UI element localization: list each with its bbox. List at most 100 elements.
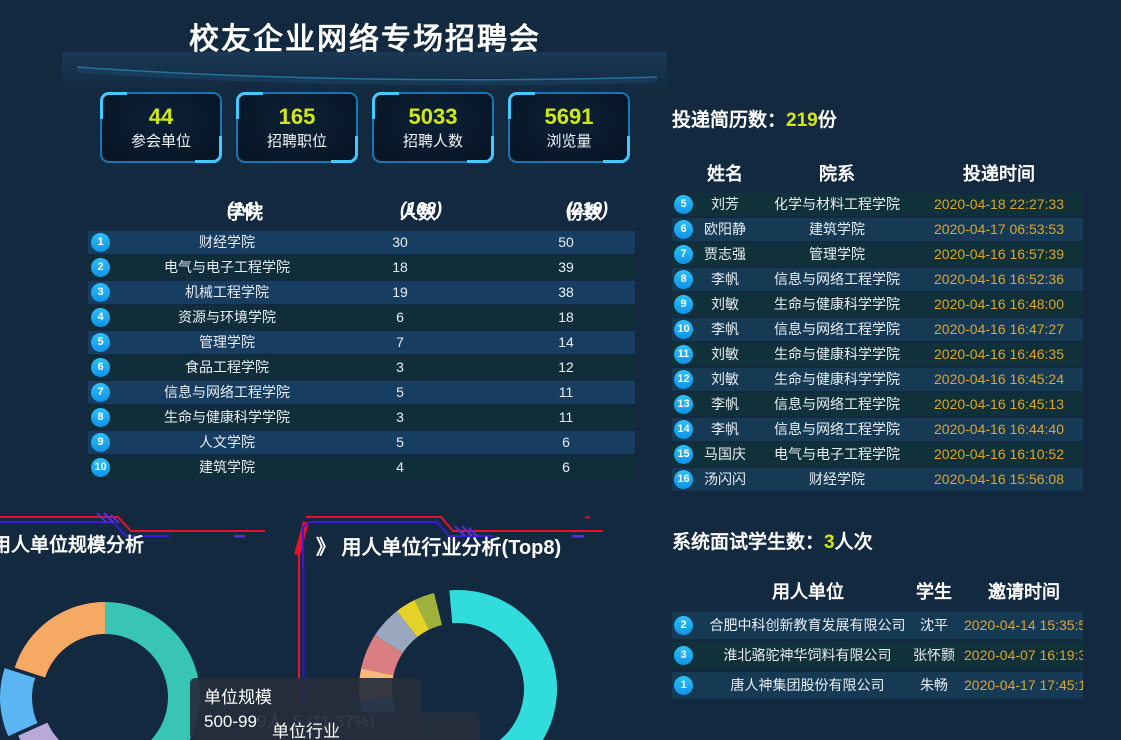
table-row: 2电气与电子工程学院1839 xyxy=(88,256,635,279)
stat-card-positions: 165 招聘职位 xyxy=(236,92,358,163)
table-row: 5刘芳化学与材料工程学院2020-04-18 22:27:33 xyxy=(672,193,1083,216)
college-name: 信息与网络工程学院 xyxy=(767,268,907,291)
rank-badge: 7 xyxy=(91,383,110,402)
donut-slice[interactable] xyxy=(105,602,200,740)
people-count: 19 xyxy=(360,281,440,304)
college-table-header: 学院(14) 人数(108) 份数(219) xyxy=(88,199,635,225)
people-count: 3 xyxy=(360,406,440,429)
resume-table: 5刘芳化学与材料工程学院2020-04-18 22:27:336欧阳静建筑学院2… xyxy=(672,193,1083,493)
college-name: 财经学院 xyxy=(116,231,338,254)
banner-light-arc xyxy=(62,52,667,92)
submit-time: 2020-04-16 16:52:36 xyxy=(923,268,1075,291)
resumes-count: 14 xyxy=(525,331,607,354)
resumes-count: 50 xyxy=(525,231,607,254)
donut-slice[interactable] xyxy=(0,668,37,736)
table-row: 10李帆信息与网络工程学院2020-04-16 16:47:27 xyxy=(672,318,1083,341)
people-count: 3 xyxy=(360,356,440,379)
table-row: 3机械工程学院1938 xyxy=(88,281,635,304)
table-row: 1唐人神集团股份有限公司朱畅2020-04-17 17:45:14 xyxy=(672,672,1083,699)
stat-value: 5691 xyxy=(510,104,628,130)
student-name: 马国庆 xyxy=(688,443,762,466)
company-column-header: 用人单位 xyxy=(738,578,878,604)
submit-time: 2020-04-16 16:44:40 xyxy=(923,418,1075,441)
stat-label: 浏览量 xyxy=(510,130,628,154)
college-name: 化学与材料工程学院 xyxy=(767,193,907,216)
submit-time: 2020-04-17 06:53:53 xyxy=(923,218,1075,241)
resumes-count: 6 xyxy=(525,456,607,479)
stat-card-units: 44 参会单位 xyxy=(100,92,222,163)
college-name: 生命与健康科学学院 xyxy=(767,368,907,391)
table-row: 7信息与网络工程学院511 xyxy=(88,381,635,404)
student-name: 李帆 xyxy=(688,393,762,416)
table-row: 9刘敏生命与健康科学学院2020-04-16 16:48:00 xyxy=(672,293,1083,316)
college-name: 资源与环境学院 xyxy=(116,306,338,329)
college-name: 食品工程学院 xyxy=(116,356,338,379)
people-count: 30 xyxy=(360,231,440,254)
table-row: 5管理学院714 xyxy=(88,331,635,354)
rank-badge: 5 xyxy=(91,333,110,352)
student-name: 刘敏 xyxy=(688,293,762,316)
table-row: 12刘敏生命与健康科学学院2020-04-16 16:45:24 xyxy=(672,368,1083,391)
student-column-header: 学生 xyxy=(908,578,960,604)
stat-label: 招聘人数 xyxy=(374,130,492,154)
industry-chart-tooltip: 单位行业 xyxy=(258,712,480,740)
submit-time: 2020-04-16 16:47:27 xyxy=(923,318,1075,341)
tooltip-title: 单位规模 xyxy=(204,686,408,710)
table-row: 1财经学院3050 xyxy=(88,231,635,254)
stat-card-headcount: 5033 招聘人数 xyxy=(372,92,494,163)
resume-panel-title: 投递简历数：219份 xyxy=(672,105,837,132)
rank-badge: 9 xyxy=(91,433,110,452)
college-name: 生命与健康科学学院 xyxy=(767,343,907,366)
invite-time: 2020-04-17 17:45:14 xyxy=(964,672,1083,699)
college-name: 信息与网络工程学院 xyxy=(116,381,338,404)
interview-table: 2合肥中科创新教育发展有限公司沈平2020-04-14 15:35:543淮北骆… xyxy=(672,612,1083,702)
tooltip-title: 单位行业 xyxy=(272,720,466,740)
stat-label: 参会单位 xyxy=(102,130,220,154)
rank-badge: 6 xyxy=(91,358,110,377)
submit-time: 2020-04-16 16:57:39 xyxy=(923,243,1075,266)
resumes-count: 18 xyxy=(525,306,607,329)
student-name: 刘敏 xyxy=(688,368,762,391)
company-name: 合肥中科创新教育发展有限公司 xyxy=(690,612,925,639)
stat-card-views: 5691 浏览量 xyxy=(508,92,630,163)
student-name: 李帆 xyxy=(688,268,762,291)
table-row: 4 资源与环境学院 6 18 xyxy=(88,306,635,329)
invite-time: 2020-04-07 16:19:38 xyxy=(964,642,1083,669)
resumes-count: 39 xyxy=(525,256,607,279)
interview-count-number: 3 xyxy=(824,532,835,553)
company-name: 唐人神集团股份有限公司 xyxy=(690,672,925,699)
student-name: 李帆 xyxy=(688,318,762,341)
industry-panel-title: 》 用人单位行业分析(Top8) xyxy=(316,531,561,560)
submit-time: 2020-04-16 16:46:35 xyxy=(923,343,1075,366)
header-banner-decoration xyxy=(62,52,667,92)
resumes-count: 38 xyxy=(525,281,607,304)
stat-value: 165 xyxy=(238,104,356,130)
resumes-count: 12 xyxy=(525,356,607,379)
resumes-count: 11 xyxy=(525,381,607,404)
rank-badge: 4 xyxy=(91,308,110,327)
table-row: 6 食品工程学院 3 12 xyxy=(88,356,635,379)
college-name: 财经学院 xyxy=(767,468,907,491)
rank-badge: 8 xyxy=(91,408,110,427)
stat-value: 5033 xyxy=(374,104,492,130)
table-row: 7贾志强管理学院2020-04-16 16:57:39 xyxy=(672,243,1083,266)
student-name: 李帆 xyxy=(688,418,762,441)
people-count: 4 xyxy=(360,456,440,479)
donut-slice[interactable] xyxy=(15,602,105,678)
table-row: 9人文学院56 xyxy=(88,431,635,454)
donut-slice[interactable] xyxy=(18,723,140,740)
people-count: 6 xyxy=(360,306,440,329)
submit-time: 2020-04-16 15:56:08 xyxy=(923,468,1075,491)
student-name: 汤闪闪 xyxy=(688,468,762,491)
college-name: 建筑学院 xyxy=(116,456,338,479)
college-table: 1财经学院30502电气与电子工程学院18393机械工程学院19384资源与环境… xyxy=(88,231,635,481)
college-name: 信息与网络工程学院 xyxy=(767,393,907,416)
people-count: 7 xyxy=(360,331,440,354)
college-name: 电气与电子工程学院 xyxy=(116,256,338,279)
resume-count-number: 219 xyxy=(786,110,818,131)
rank-badge: 10 xyxy=(91,458,110,477)
invite-time: 2020-04-14 15:35:54 xyxy=(964,612,1083,639)
table-row: 14李帆信息与网络工程学院2020-04-16 16:44:40 xyxy=(672,418,1083,441)
college-name: 电气与电子工程学院 xyxy=(767,443,907,466)
people-count: 18 xyxy=(360,256,440,279)
